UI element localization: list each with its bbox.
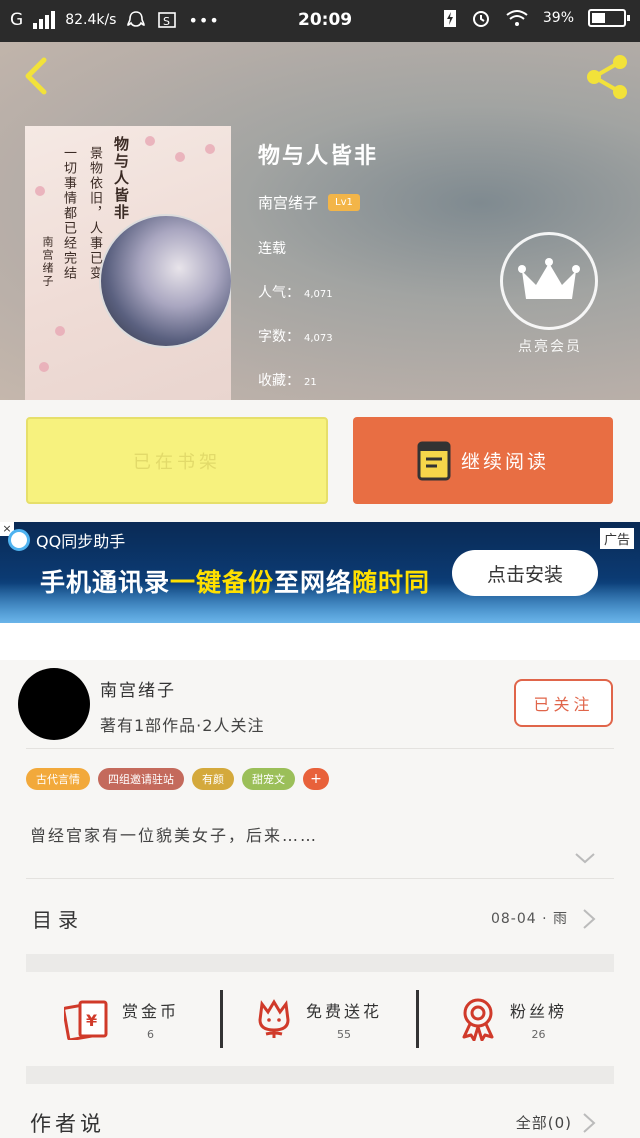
back-icon[interactable] (14, 54, 58, 98)
book-author[interactable]: 南宫绪子 (258, 192, 318, 213)
tag-list: 古代言情 四组邀请驻站 有颜 甜宠文 + (26, 768, 329, 790)
status-bar: G 82.4k/s S ••• 20:09 39% (0, 0, 640, 42)
favorites-stat: 收藏： 21 (258, 373, 317, 389)
ad-tag: 广告 (599, 528, 634, 549)
expand-chevron-icon[interactable] (574, 850, 596, 866)
book-icon (417, 441, 451, 480)
cover-line: 一切事情都已经完结 (61, 146, 76, 281)
ad-banner[interactable]: × QQ同步助手 广告 手机通讯录一键备份至网络随时同 点击安装 (0, 522, 640, 623)
add-tag-button[interactable]: + (303, 768, 329, 790)
more-notifications-icon: ••• (188, 10, 220, 30)
chevron-right-icon (583, 909, 596, 929)
tag-chip[interactable]: 甜宠文 (242, 768, 295, 790)
popularity-stat: 人气： 4,071 (258, 285, 333, 301)
medal-icon (462, 998, 494, 1041)
clock: 20:09 (298, 10, 353, 30)
battery-percent: 39 (542, 10, 561, 26)
vip-label: 点亮会员 (518, 339, 582, 355)
table-of-contents-row[interactable]: 目录 08-04 · 雨 (26, 880, 614, 954)
crown-icon (518, 258, 580, 299)
vip-button[interactable]: 点亮会员 (500, 232, 600, 356)
author-says-all: 全部(0) (515, 1114, 572, 1132)
toc-title: 目录 (32, 908, 84, 932)
book-header: 物与人皆非 景物依旧，人事已变 一切事情都已经完结 南宫绪子 物与人皆非 南宫绪… (0, 42, 640, 400)
continue-reading-button[interactable]: 继续阅读 (353, 417, 613, 504)
reward-fan-ranking[interactable]: 粉丝榜 26 (458, 972, 567, 1066)
ad-headline: 手机通讯录一键备份至网络随时同 (40, 568, 431, 597)
alarm-icon (472, 11, 489, 27)
ad-install-button[interactable]: 点击安装 (452, 550, 598, 596)
author-avatar[interactable] (18, 668, 90, 740)
follow-button[interactable]: 已关注 (514, 679, 613, 727)
level-badge: Lv1 (328, 194, 360, 211)
charging-icon (443, 10, 456, 27)
wifi-icon (506, 10, 528, 26)
reward-flowers[interactable]: 免费送花 55 (254, 972, 382, 1066)
reward-coins[interactable]: ¥ 赏金币 6 (64, 972, 179, 1066)
book-intro: 曾经官家有一位貌美女子，后来…… (30, 826, 319, 845)
cover-title: 物与人皆非 (112, 136, 130, 221)
signal-icon (33, 11, 56, 29)
rewards-bar: ¥ 赏金币 6 免费送花 55 粉丝榜 26 (26, 972, 614, 1066)
book-status: 连载 (258, 241, 286, 257)
cover-portrait (99, 214, 231, 348)
tag-chip[interactable]: 四组邀请驻站 (98, 768, 184, 790)
red-envelope-icon: ¥ (64, 1000, 108, 1040)
screenshot-icon: S (158, 12, 177, 28)
share-icon[interactable] (582, 52, 632, 102)
divider (26, 748, 614, 749)
chevron-right-icon (583, 1113, 596, 1133)
carrier-label: G (10, 10, 24, 30)
cover-author: 南宫绪子 (41, 236, 54, 288)
tag-chip[interactable]: 有颜 (192, 768, 234, 790)
flower-icon (258, 999, 290, 1038)
ad-logo-icon (8, 529, 30, 551)
on-shelf-button[interactable]: 已在书架 (26, 417, 328, 504)
book-title: 物与人皆非 (258, 144, 379, 169)
tag-chip[interactable]: 古代言情 (26, 768, 90, 790)
book-cover[interactable]: 物与人皆非 景物依旧，人事已变 一切事情都已经完结 南宫绪子 (25, 126, 231, 400)
network-speed: 82.4k/s (65, 12, 117, 28)
author-says-row[interactable]: 作者说 全部(0) (26, 1100, 614, 1138)
toc-latest-update: 08-04 · 雨 (490, 911, 568, 927)
author-name[interactable]: 南宫绪子 (100, 676, 176, 701)
author-stats: 著有1部作品·2人关注 (100, 716, 265, 735)
continue-reading-label: 继续阅读 (460, 451, 549, 473)
word-count-stat: 字数： 4,073 (258, 329, 333, 345)
ad-brand: QQ同步助手 (36, 532, 126, 551)
battery-icon (588, 9, 630, 27)
svg-text:S: S (163, 15, 170, 28)
svg-text:¥: ¥ (86, 1011, 97, 1030)
qq-icon (127, 11, 146, 27)
author-says-title: 作者说 (30, 1112, 105, 1136)
